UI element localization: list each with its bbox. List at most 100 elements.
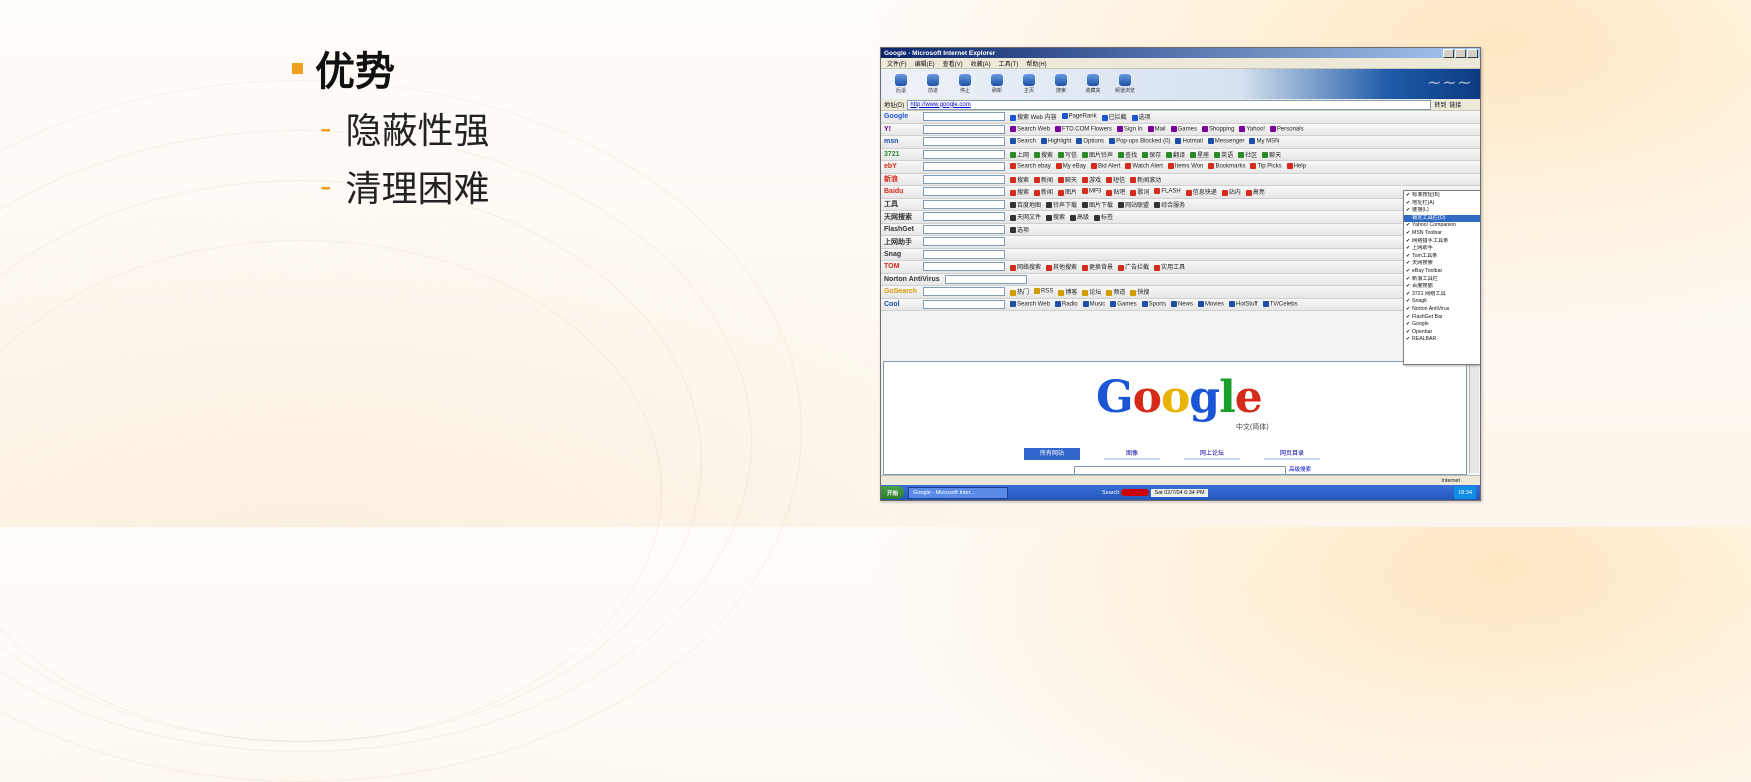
toolbar-item[interactable]: 搜索 (1046, 212, 1065, 221)
page-scrollbar[interactable] (1469, 361, 1479, 473)
toolbar-item[interactable]: TV/Celebs (1262, 300, 1298, 308)
toolbar-item[interactable]: 百度地图 (1010, 200, 1041, 209)
tab-images[interactable]: 图像 (1104, 448, 1160, 460)
context-menu-item[interactable]: ✔ 百度搜霸 (1404, 283, 1480, 291)
context-menu-item[interactable]: ✔ eBay Toolbar (1404, 268, 1480, 276)
tab-groups[interactable]: 网上论坛 (1184, 448, 1240, 460)
links-label[interactable]: 链接 (1449, 100, 1461, 109)
toolbar-search-input[interactable] (923, 199, 1005, 209)
toolbar-item[interactable]: Search Web (1010, 125, 1050, 133)
toolbar-button[interactable]: 停止 (951, 72, 979, 96)
toolbar-search-input[interactable] (923, 124, 1005, 134)
context-menu-item[interactable]: 锁定工具栏(O) (1404, 214, 1480, 223)
context-menu-item[interactable]: ✔ Tom工具条 (1404, 253, 1480, 261)
context-menu-item[interactable]: ✔ REALBAR (1404, 336, 1480, 344)
toolbar-item[interactable]: Sports (1141, 300, 1166, 308)
context-menu-item[interactable]: ✔ Openbar (1404, 329, 1480, 337)
toolbar-item[interactable]: 网络搜索 (1010, 262, 1041, 271)
minimize-button[interactable] (1443, 48, 1454, 58)
toolbar-item[interactable]: 聊天 (1262, 150, 1281, 159)
toolbar-item[interactable]: 查找 (1118, 150, 1137, 159)
toolbar-item[interactable]: 高亮 (1245, 187, 1265, 196)
toolbar-item[interactable]: 图片下载 (1082, 200, 1113, 209)
toolbar-item[interactable]: Yahoo! (1239, 125, 1265, 133)
close-button[interactable] (1467, 48, 1478, 58)
toolbar-item[interactable]: 标签 (1094, 212, 1113, 221)
toolbar-item[interactable]: 短信 (1106, 175, 1125, 184)
toolbar-item[interactable]: Bookmarks (1208, 163, 1245, 170)
toolbar-item[interactable]: 英语 (1214, 150, 1233, 159)
toolbar-item[interactable]: Games (1170, 125, 1197, 133)
toolbar-search-input[interactable] (923, 149, 1005, 159)
toolbar-item[interactable]: 搜索 (1010, 187, 1029, 196)
toolbar-item[interactable]: 实用工具 (1154, 262, 1185, 271)
taskbar-window-button[interactable]: Google - Microsoft Inter... (908, 486, 1009, 499)
context-menu-item[interactable]: ✔ 网络猎手工具条 (1404, 238, 1480, 246)
toolbar-item[interactable]: 其他搜索 (1046, 262, 1077, 271)
toolbar-item[interactable]: 贴吧 (1106, 187, 1125, 196)
toolbar-item[interactable]: 写信 (1058, 150, 1077, 159)
context-menu-item[interactable]: ✔ FlashGet Bar (1404, 314, 1480, 322)
context-menu-item[interactable]: ✔ Snagit (1404, 298, 1480, 306)
toolbar-item[interactable]: Music (1082, 300, 1105, 308)
menu-item[interactable]: 收藏(A) (971, 59, 991, 68)
toolbar-item[interactable]: 选项 (1010, 225, 1029, 234)
toolbar-item[interactable]: 歌词 (1130, 187, 1149, 196)
tab-directory[interactable]: 网页目录 (1264, 448, 1320, 460)
address-input[interactable]: http://www.google.com (907, 99, 1432, 110)
start-button[interactable]: 开始 (881, 486, 905, 499)
toolbar-item[interactable]: 博客 (1058, 287, 1077, 296)
toolbar-button[interactable]: 主页 (1015, 72, 1043, 96)
toolbar-item[interactable]: My eBay (1055, 163, 1086, 170)
toolbar-item[interactable]: 新闻 (1034, 187, 1053, 196)
toolbar-item[interactable]: 网站联盟 (1118, 200, 1149, 209)
toolbar-item[interactable]: PageRank (1061, 113, 1097, 120)
toolbar-item[interactable]: 保存 (1142, 150, 1161, 159)
toolbar-button[interactable]: 收藏夹 (1079, 72, 1107, 96)
toolbar-item[interactable]: Messenger (1207, 138, 1244, 145)
maximize-button[interactable] (1455, 48, 1466, 58)
toolbar-item[interactable]: 高级 (1070, 212, 1089, 221)
toolbar-button[interactable]: 前进 (919, 72, 947, 96)
toolbar-item[interactable]: My MSN (1249, 138, 1279, 145)
toolbar-item[interactable]: Personals (1269, 125, 1304, 133)
toolbar-item[interactable]: 上网 (1010, 150, 1029, 159)
toolbar-item[interactable]: 更换背景 (1082, 262, 1113, 271)
taskbar-search[interactable]: Search Sat 02/7/04 6:34 PM (1102, 488, 1208, 497)
toolbar-item[interactable]: 选项 (1131, 112, 1151, 121)
toolbar-search-input[interactable] (923, 212, 1005, 222)
toolbar-item[interactable]: Help (1286, 163, 1306, 170)
toolbar-button[interactable]: 频道浏览 (1111, 72, 1139, 96)
toolbar-button[interactable]: 后退 (887, 72, 915, 96)
toolbar-item[interactable]: Mail (1147, 125, 1166, 133)
toolbar-item[interactable]: Search (1010, 138, 1036, 145)
toolbar-item[interactable]: Games (1110, 300, 1137, 308)
toolbar-item[interactable]: Search Web (1010, 300, 1050, 308)
toolbar-item[interactable]: 站内 (1221, 187, 1241, 196)
toolbar-item[interactable]: News (1170, 300, 1193, 308)
toolbar-search-input[interactable] (923, 224, 1005, 234)
toolbar-search-input[interactable] (923, 299, 1005, 309)
toolbar-search-input[interactable] (923, 262, 1005, 272)
context-menu-item[interactable]: ✔ 上网助手 (1404, 245, 1480, 253)
toolbar-item[interactable]: 搜索 (1034, 150, 1053, 159)
toolbar-item[interactable]: Watch Alert (1125, 163, 1163, 170)
toolbar-item[interactable]: 搜索 (1010, 175, 1029, 184)
tab-all-web[interactable]: 所有网站 (1024, 448, 1080, 460)
menu-item[interactable]: 编辑(E) (915, 59, 935, 68)
toolbar-item[interactable]: 铃声下载 (1046, 200, 1077, 209)
context-menu-item[interactable]: ✔ 天网搜索 (1404, 260, 1480, 268)
toolbar-item[interactable]: Highlight (1041, 138, 1071, 145)
toolbar-button[interactable]: 搜索 (1047, 72, 1075, 96)
toolbar-search-input[interactable] (923, 287, 1005, 297)
toolbar-item[interactable]: 快搜 (1130, 287, 1149, 296)
toolbar-item[interactable]: 天网文件 (1010, 212, 1041, 221)
toolbar-item[interactable]: RSS (1034, 288, 1053, 295)
toolbar-item[interactable]: Sign In (1116, 125, 1143, 133)
toolbar-item[interactable]: FLASH (1154, 188, 1181, 195)
toolbar-item[interactable]: Search ebay (1010, 163, 1051, 170)
toolbar-item[interactable]: 频道 (1106, 287, 1125, 296)
toolbar-item[interactable]: 已拦截 (1101, 112, 1127, 121)
toolbar-item[interactable]: Shopping (1201, 125, 1234, 133)
context-menu-item[interactable]: ✔ 地址栏(A) (1404, 200, 1480, 208)
